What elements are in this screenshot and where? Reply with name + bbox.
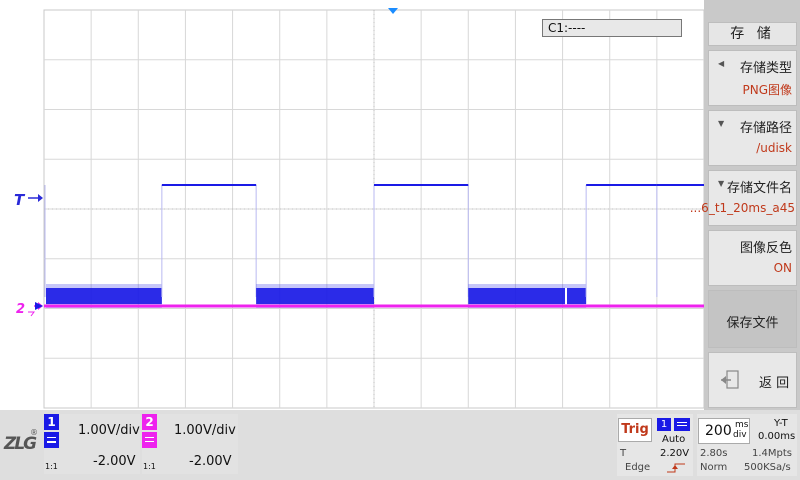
- ch1-noise-fringe: [256, 284, 374, 308]
- menu-save-type-label: 存储类型: [739, 61, 792, 76]
- trigger-level-label: T: [14, 191, 26, 209]
- save-menu-title: 存 储: [708, 22, 797, 46]
- menu-invert-image-label: 图像反色: [739, 241, 792, 256]
- channel-2-probe: 1:1: [143, 462, 156, 471]
- return-button[interactable]: 返 回: [708, 352, 797, 408]
- save-file-button[interactable]: 保存文件: [708, 290, 797, 348]
- trigger-type: Edge: [625, 462, 651, 473]
- timebase-unit-top: ms: [735, 420, 749, 430]
- brand-logo: ZLG ®: [4, 428, 38, 454]
- sample-rate: 500KSa/s: [744, 462, 791, 473]
- record-time: 2.80s: [700, 448, 728, 459]
- timebase-mode: Y-T: [774, 418, 788, 429]
- channel-2-block[interactable]: 2 1:1 1.00V/div -2.00V: [142, 414, 238, 474]
- ch1-noise-fringe: [468, 284, 587, 308]
- timebase-unit-bottom: div: [733, 430, 747, 440]
- ch2-marker-ground: [28, 311, 35, 317]
- trigger-mode: Auto: [662, 434, 686, 445]
- ch1-noise-fringe: [46, 284, 162, 308]
- ch2-offset-marker: 2: [16, 302, 25, 317]
- menu-file-name-label: 存储文件名: [726, 181, 792, 196]
- channel-1-badge: 1: [44, 414, 59, 430]
- left-arrow-icon: ◀: [718, 59, 725, 68]
- trigger-t-label: T: [620, 448, 627, 459]
- memory-depth: 1.4Mpts: [752, 448, 793, 459]
- down-arrow-icon: ▼: [718, 119, 725, 128]
- acquisition-mode: Norm: [700, 462, 728, 473]
- return-icon: [721, 370, 739, 389]
- oscilloscope-screen: T 2 C1:---- 存 储 ◀ 存储类型 PNG图像 ▼ 存储路径 /udi…: [0, 0, 800, 480]
- channel-2-volts-div: 1.00V/div: [174, 423, 236, 438]
- channel-1-offset: -2.00V: [93, 454, 136, 469]
- menu-save-type-value: PNG图像: [742, 83, 792, 97]
- timebase-block[interactable]: 200 ms div Y-T 0.00ms 2.80s 1.4Mpts Norm…: [697, 414, 797, 476]
- channel-1-probe: 1:1: [45, 462, 58, 471]
- menu-file-name-value: ...6_t1_20ms_a45: [689, 201, 795, 215]
- timebase-value: 200: [705, 423, 732, 439]
- cursor-readout: C1:----: [548, 21, 586, 35]
- menu-save-path-label: 存储路径: [739, 121, 792, 136]
- timebase-position: 0.00ms: [758, 431, 796, 442]
- timebase-value-box: 200 ms div: [698, 418, 750, 444]
- trigger-source-badge: 1: [657, 418, 671, 431]
- channel-2-badge: 2: [142, 414, 157, 430]
- menu-invert-image[interactable]: 图像反色 ON: [708, 230, 797, 286]
- channel-1-coupling-icon: [44, 432, 59, 448]
- trigger-level-arrowhead: [38, 194, 43, 202]
- down-arrow-icon: ▼: [718, 179, 725, 188]
- waveform-display: T 2: [14, 8, 705, 409]
- trigger-title: Trig: [618, 418, 652, 442]
- menu-save-type[interactable]: ◀ 存储类型 PNG图像: [708, 50, 797, 106]
- channel-2-coupling-icon: [142, 432, 157, 448]
- channel-2-offset: -2.00V: [189, 454, 232, 469]
- channel-1-volts-div: 1.00V/div: [78, 423, 140, 438]
- cursor-readout-box: C1:----: [542, 19, 682, 37]
- channel-1-block[interactable]: 1 1:1 1.00V/div -2.00V: [44, 414, 140, 474]
- trigger-block[interactable]: Trig 1 Auto T 2.20V Edge: [617, 414, 693, 476]
- rising-edge-icon: [667, 463, 685, 473]
- return-label: 返 回: [759, 376, 790, 391]
- trigger-level: 2.20V: [660, 448, 690, 459]
- menu-file-name[interactable]: ▼ 存储文件名 ...6_t1_20ms_a45: [690, 170, 797, 226]
- menu-save-path[interactable]: ▼ 存储路径 /udisk: [708, 110, 797, 166]
- status-bar: ZLG ® 1 1:1 1.00V/div -2.00V 2 1:1 1.00V…: [0, 410, 800, 480]
- menu-save-path-value: /udisk: [756, 141, 792, 155]
- menu-invert-image-value: ON: [773, 261, 792, 275]
- save-file-label: 保存文件: [726, 316, 779, 331]
- trigger-coupling-icon: [674, 418, 690, 431]
